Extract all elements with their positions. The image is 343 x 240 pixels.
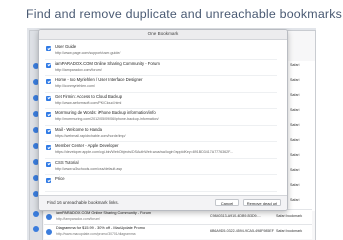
background-source-column: Safari Safari Safari Safari Safari Safar… <box>286 61 315 211</box>
checkbox[interactable] <box>46 62 51 68</box>
bookmark-list: User Guide http://www.page.com/support/u… <box>45 43 277 192</box>
table-row[interactable]: Diagramma for $15.99 - 30% off - MacUpda… <box>44 224 312 239</box>
list-item[interactable]: Member Center - Apple Developer https://… <box>45 142 277 159</box>
row-id: C9840313-A910-4DB9-B3D9-... <box>210 214 261 218</box>
row-url: http://iamparadox.com/forum/ <box>56 217 101 221</box>
checkbox[interactable] <box>46 46 51 51</box>
source-label: Safari <box>290 63 300 67</box>
bookmark-url: https://developer.apple.com/cgi-bin/WebO… <box>55 150 233 154</box>
dialog-title: One Bookmark <box>147 31 179 36</box>
checkbox[interactable] <box>46 178 51 183</box>
checkbox[interactable] <box>46 95 51 101</box>
list-item[interactable]: Home - Ixo Myriehlen / User Interface De… <box>45 76 277 93</box>
row-title: iamPARADOX.COM Online Sharing Community … <box>56 211 152 215</box>
row-id: 6B6A9D5-0322-4594-9CA5-498F985EF <box>210 229 274 233</box>
bookmark-url: http://www.page.com/support/user-guide/ <box>55 51 121 55</box>
bookmark-url: http://iamparadox.com/forum/ <box>55 67 102 72</box>
sidebar-bookmark-icon[interactable] <box>33 211 39 217</box>
source-label: Safari <box>290 123 300 127</box>
sidebar-bookmark-icon[interactable] <box>33 226 39 232</box>
source-label: Safari <box>290 198 300 202</box>
headline: Find and remove duplicate and unreachabl… <box>26 7 343 21</box>
checkbox[interactable] <box>46 145 51 150</box>
source-label: Safari <box>290 168 300 172</box>
list-item[interactable]: Price <box>45 175 277 192</box>
source-label: Safari <box>290 153 300 157</box>
bookmark-icon <box>46 229 52 235</box>
table-row[interactable]: iamPARADOX.COM Online Sharing Community … <box>44 209 312 224</box>
checkbox[interactable] <box>46 161 51 167</box>
bookmark-title: Mail - Welcome to Handa <box>55 126 102 132</box>
cancel-button[interactable]: Cancel <box>215 199 239 206</box>
remove-dead-url-button[interactable]: Remove dead url <box>243 199 281 206</box>
list-item[interactable]: User Guide http://www.page.com/support/u… <box>45 43 277 60</box>
list-item[interactable]: Mail - Welcome to Handa https://webmail.… <box>45 126 277 142</box>
checkbox[interactable] <box>46 112 51 117</box>
bookmark-title: CSS Tutorial <box>55 159 79 165</box>
dialog-footer: Find 16 unreachable bookmark links. Canc… <box>39 195 287 210</box>
checkbox[interactable] <box>46 128 51 134</box>
source-label: Safari <box>290 183 300 187</box>
row-source: Safari bookmark <box>276 229 303 233</box>
bookmark-title: Member Center - Apple Developer <box>55 143 119 148</box>
unreachable-summary: Find 16 unreachable bookmark links. <box>47 200 119 205</box>
source-label: Safari <box>290 78 300 82</box>
source-label: Safari <box>290 93 300 97</box>
bookmark-title: iamPARADOX.COM Online Sharing Community … <box>55 60 160 66</box>
bookmark-url: http://www.w3schools.com/css/default.asp <box>55 166 123 171</box>
bookmark-url: https://webmail.rapidrchable.com/horde/i… <box>55 133 126 138</box>
bookmark-title: Get Firmin: Access to Cloud Backup <box>55 93 123 99</box>
bookmark-title: Home - Ixo Myriehlen / User Interface De… <box>55 77 143 82</box>
bookmark-url: http://iconmyriehlen.com/ <box>55 84 95 88</box>
bookmark-title: Morrmuring de Words: iPhone Backup infor… <box>55 110 156 115</box>
bookmark-url: http://www.aeformsoft.com/PK/Cloud.html <box>55 100 122 105</box>
bookmark-title: Price <box>55 176 65 181</box>
row-source: Safari bookmark <box>276 214 303 218</box>
dead-bookmark-dialog: One Bookmark User Guide http://www.page.… <box>38 29 288 211</box>
list-item[interactable]: iamPARADOX.COM Online Sharing Community … <box>45 60 277 76</box>
row-url: http://www.macupdate.com/promo/30701/dia… <box>56 232 136 236</box>
checkbox[interactable] <box>46 79 51 84</box>
app-screenshot: Safari Safari Safari Safari Safari Safar… <box>27 28 316 240</box>
list-item[interactable]: Get Firmin: Access to Cloud Backup http:… <box>45 93 277 109</box>
list-item[interactable]: Morrmuring de Words: iPhone Backup infor… <box>45 109 277 126</box>
dialog-titlebar: One Bookmark <box>39 30 287 40</box>
list-item[interactable]: CSS Tutorial http://www.w3schools.com/cs… <box>45 159 277 175</box>
source-label: Safari <box>290 138 300 142</box>
source-label: Safari <box>290 108 300 112</box>
bookmark-url: http://morrmuring.com/2012/05/09/06/ipho… <box>55 117 159 121</box>
bookmark-icon <box>46 214 52 220</box>
background-bookmark-list: iamPARADOX.COM Online Sharing Community … <box>44 209 312 239</box>
bookmark-title: User Guide <box>55 44 77 49</box>
row-title: Diagramma for $15.99 - 30% off - MacUpda… <box>56 226 145 230</box>
